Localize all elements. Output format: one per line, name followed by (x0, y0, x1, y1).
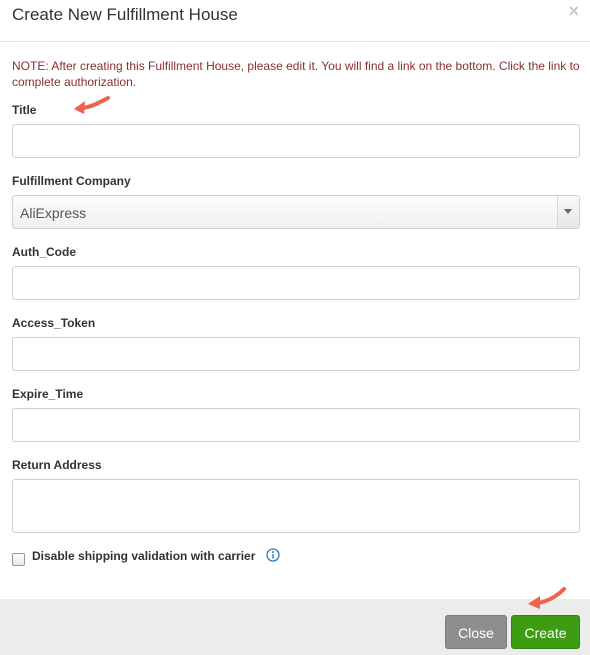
authorization-note: NOTE: After creating this Fulfillment Ho… (12, 59, 580, 89)
info-icon[interactable] (266, 548, 280, 562)
close-icon[interactable]: × (568, 2, 579, 20)
fulfillment-company-select[interactable]: AliExpress (12, 195, 580, 229)
title-label: Title (12, 103, 37, 117)
access-token-label: Access_Token (12, 316, 96, 330)
create-button[interactable]: Create (511, 615, 580, 649)
access-token-input[interactable] (12, 337, 580, 371)
chevron-down-icon[interactable] (557, 196, 579, 228)
fulfillment-company-label: Fulfillment Company (12, 174, 131, 188)
return-address-label: Return Address (12, 458, 102, 472)
fulfillment-company-value: AliExpress (20, 205, 87, 221)
annotation-arrow-icon (528, 587, 566, 609)
return-address-textarea[interactable] (12, 479, 580, 533)
disable-validation-checkbox[interactable] (12, 553, 25, 566)
disable-validation-label: Disable shipping validation with carrier (32, 549, 256, 563)
auth-code-input[interactable] (12, 266, 580, 300)
dialog-header: Create New Fulfillment House × (0, 0, 590, 42)
close-button[interactable]: Close (445, 615, 507, 649)
expire-time-input[interactable] (12, 408, 580, 442)
expire-time-label: Expire_Time (12, 387, 84, 401)
annotation-arrow-icon (74, 96, 110, 114)
dialog-title: Create New Fulfillment House (12, 5, 238, 24)
auth-code-label: Auth_Code (12, 245, 76, 259)
title-input[interactable] (12, 124, 580, 158)
